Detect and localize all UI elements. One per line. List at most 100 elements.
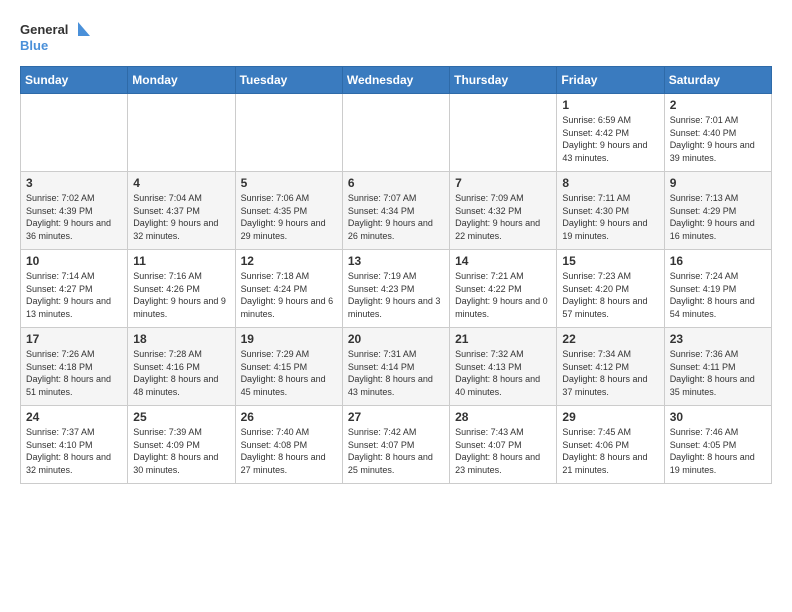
day-number: 7 (455, 176, 551, 190)
calendar-cell (450, 94, 557, 172)
calendar-cell (128, 94, 235, 172)
page: GeneralBlue SundayMondayTuesdayWednesday… (0, 0, 792, 496)
day-number: 3 (26, 176, 122, 190)
weekday-header-wednesday: Wednesday (342, 67, 449, 94)
calendar-cell (342, 94, 449, 172)
day-number: 23 (670, 332, 766, 346)
day-number: 26 (241, 410, 337, 424)
day-info: Sunrise: 7:34 AM Sunset: 4:12 PM Dayligh… (562, 348, 658, 398)
day-info: Sunrise: 7:42 AM Sunset: 4:07 PM Dayligh… (348, 426, 444, 476)
day-number: 2 (670, 98, 766, 112)
calendar-cell: 20Sunrise: 7:31 AM Sunset: 4:14 PM Dayli… (342, 328, 449, 406)
day-info: Sunrise: 6:59 AM Sunset: 4:42 PM Dayligh… (562, 114, 658, 164)
day-info: Sunrise: 7:13 AM Sunset: 4:29 PM Dayligh… (670, 192, 766, 242)
calendar-cell: 26Sunrise: 7:40 AM Sunset: 4:08 PM Dayli… (235, 406, 342, 484)
logo: GeneralBlue (20, 20, 90, 58)
day-info: Sunrise: 7:07 AM Sunset: 4:34 PM Dayligh… (348, 192, 444, 242)
day-number: 11 (133, 254, 229, 268)
calendar-cell: 10 Sunrise: 7:14 AM Sunset: 4:27 PM Dayli… (21, 250, 128, 328)
day-info: Sunrise: 7:39 AM Sunset: 4:09 PM Dayligh… (133, 426, 229, 476)
calendar-cell: 21 Sunrise: 7:32 AM Sunset: 4:13 PM Dayli… (450, 328, 557, 406)
day-number: 16 (670, 254, 766, 268)
calendar-week-row: 3 Sunrise: 7:02 AM Sunset: 4:39 PM Daylig… (21, 172, 772, 250)
calendar-cell: 18 Sunrise: 7:28 AM Sunset: 4:16 PM Dayli… (128, 328, 235, 406)
day-info: Sunrise: 7:23 AM Sunset: 4:20 PM Dayligh… (562, 270, 658, 320)
weekday-header-friday: Friday (557, 67, 664, 94)
weekday-header-thursday: Thursday (450, 67, 557, 94)
weekday-header-monday: Monday (128, 67, 235, 94)
day-info: Sunrise: 7:36 AM Sunset: 4:11 PM Dayligh… (670, 348, 766, 398)
day-info: Sunrise: 7:14 AM Sunset: 4:27 PM Dayligh… (26, 270, 122, 320)
calendar-cell: 2 Sunrise: 7:01 AM Sunset: 4:40 PM Daylig… (664, 94, 771, 172)
day-info: Sunrise: 7:29 AM Sunset: 4:15 PM Dayligh… (241, 348, 337, 398)
calendar-week-row: 1Sunrise: 6:59 AM Sunset: 4:42 PM Daylig… (21, 94, 772, 172)
weekday-header-sunday: Sunday (21, 67, 128, 94)
day-number: 24 (26, 410, 122, 424)
day-number: 30 (670, 410, 766, 424)
day-number: 20 (348, 332, 444, 346)
day-number: 12 (241, 254, 337, 268)
day-number: 9 (670, 176, 766, 190)
day-info: Sunrise: 7:01 AM Sunset: 4:40 PM Dayligh… (670, 114, 766, 164)
calendar-cell: 14 Sunrise: 7:21 AM Sunset: 4:22 PM Dayli… (450, 250, 557, 328)
calendar-cell: 28Sunrise: 7:43 AM Sunset: 4:07 PM Dayli… (450, 406, 557, 484)
day-info: Sunrise: 7:09 AM Sunset: 4:32 PM Dayligh… (455, 192, 551, 242)
calendar-cell: 6 Sunrise: 7:07 AM Sunset: 4:34 PM Daylig… (342, 172, 449, 250)
day-info: Sunrise: 7:28 AM Sunset: 4:16 PM Dayligh… (133, 348, 229, 398)
calendar-cell: 5 Sunrise: 7:06 AM Sunset: 4:35 PM Daylig… (235, 172, 342, 250)
calendar-cell: 30 Sunrise: 7:46 AM Sunset: 4:05 PM Dayli… (664, 406, 771, 484)
day-number: 18 (133, 332, 229, 346)
day-info: Sunrise: 7:43 AM Sunset: 4:07 PM Dayligh… (455, 426, 551, 476)
calendar-table: SundayMondayTuesdayWednesdayThursdayFrid… (20, 66, 772, 484)
calendar-header: SundayMondayTuesdayWednesdayThursdayFrid… (21, 67, 772, 94)
day-info: Sunrise: 7:21 AM Sunset: 4:22 PM Dayligh… (455, 270, 551, 320)
weekday-header-row: SundayMondayTuesdayWednesdayThursdayFrid… (21, 67, 772, 94)
day-number: 27 (348, 410, 444, 424)
day-number: 13 (348, 254, 444, 268)
calendar-week-row: 10 Sunrise: 7:14 AM Sunset: 4:27 PM Dayli… (21, 250, 772, 328)
calendar-cell: 15 Sunrise: 7:23 AM Sunset: 4:20 PM Dayli… (557, 250, 664, 328)
calendar-cell: 17Sunrise: 7:26 AM Sunset: 4:18 PM Dayli… (21, 328, 128, 406)
day-info: Sunrise: 7:19 AM Sunset: 4:23 PM Dayligh… (348, 270, 444, 320)
calendar-cell: 9 Sunrise: 7:13 AM Sunset: 4:29 PM Daylig… (664, 172, 771, 250)
day-info: Sunrise: 7:06 AM Sunset: 4:35 PM Dayligh… (241, 192, 337, 242)
header-area: GeneralBlue (20, 16, 772, 58)
day-number: 8 (562, 176, 658, 190)
day-number: 6 (348, 176, 444, 190)
day-info: Sunrise: 7:45 AM Sunset: 4:06 PM Dayligh… (562, 426, 658, 476)
calendar-cell: 11Sunrise: 7:16 AM Sunset: 4:26 PM Dayli… (128, 250, 235, 328)
calendar-body: 1Sunrise: 6:59 AM Sunset: 4:42 PM Daylig… (21, 94, 772, 484)
day-info: Sunrise: 7:46 AM Sunset: 4:05 PM Dayligh… (670, 426, 766, 476)
day-info: Sunrise: 7:04 AM Sunset: 4:37 PM Dayligh… (133, 192, 229, 242)
day-number: 29 (562, 410, 658, 424)
calendar-cell: 29 Sunrise: 7:45 AM Sunset: 4:06 PM Dayli… (557, 406, 664, 484)
calendar-cell: 4 Sunrise: 7:04 AM Sunset: 4:37 PM Daylig… (128, 172, 235, 250)
day-info: Sunrise: 7:18 AM Sunset: 4:24 PM Dayligh… (241, 270, 337, 320)
calendar-cell: 22 Sunrise: 7:34 AM Sunset: 4:12 PM Dayli… (557, 328, 664, 406)
weekday-header-saturday: Saturday (664, 67, 771, 94)
day-info: Sunrise: 7:02 AM Sunset: 4:39 PM Dayligh… (26, 192, 122, 242)
calendar-cell (235, 94, 342, 172)
day-number: 17 (26, 332, 122, 346)
day-number: 4 (133, 176, 229, 190)
calendar-cell: 8Sunrise: 7:11 AM Sunset: 4:30 PM Daylig… (557, 172, 664, 250)
calendar-cell: 19Sunrise: 7:29 AM Sunset: 4:15 PM Dayli… (235, 328, 342, 406)
day-number: 10 (26, 254, 122, 268)
svg-text:General: General (20, 22, 68, 37)
calendar-week-row: 17Sunrise: 7:26 AM Sunset: 4:18 PM Dayli… (21, 328, 772, 406)
day-number: 22 (562, 332, 658, 346)
calendar-cell: 23 Sunrise: 7:36 AM Sunset: 4:11 PM Dayli… (664, 328, 771, 406)
calendar-cell: 27 Sunrise: 7:42 AM Sunset: 4:07 PM Dayli… (342, 406, 449, 484)
calendar-cell (21, 94, 128, 172)
calendar-week-row: 24Sunrise: 7:37 AM Sunset: 4:10 PM Dayli… (21, 406, 772, 484)
day-info: Sunrise: 7:32 AM Sunset: 4:13 PM Dayligh… (455, 348, 551, 398)
calendar-cell: 7 Sunrise: 7:09 AM Sunset: 4:32 PM Daylig… (450, 172, 557, 250)
day-number: 21 (455, 332, 551, 346)
calendar-cell: 24Sunrise: 7:37 AM Sunset: 4:10 PM Dayli… (21, 406, 128, 484)
day-number: 15 (562, 254, 658, 268)
day-number: 14 (455, 254, 551, 268)
day-number: 5 (241, 176, 337, 190)
calendar-cell: 13 Sunrise: 7:19 AM Sunset: 4:23 PM Dayli… (342, 250, 449, 328)
logo-svg: GeneralBlue (20, 20, 90, 58)
calendar-cell: 3 Sunrise: 7:02 AM Sunset: 4:39 PM Daylig… (21, 172, 128, 250)
